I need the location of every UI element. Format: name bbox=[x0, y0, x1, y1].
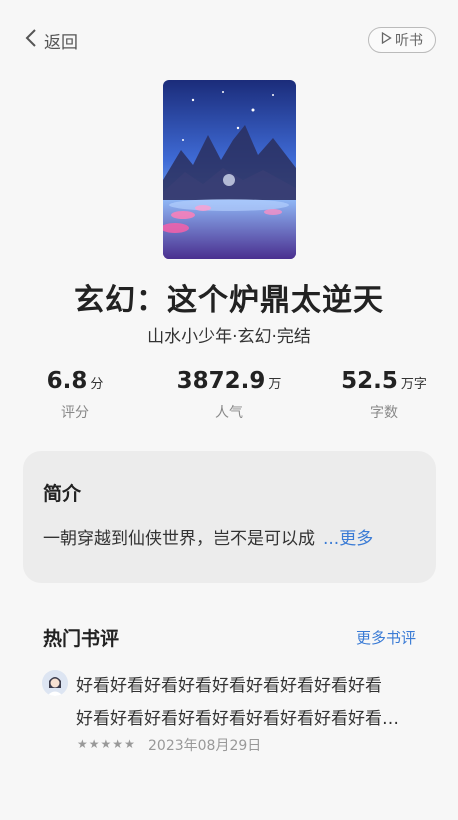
book-title: 玄幻：这个炉鼎太逆天 bbox=[74, 283, 384, 318]
stat-popularity-value: 3872.9 bbox=[176, 368, 266, 394]
star-icon: ★ bbox=[100, 737, 112, 751]
intro-text: 一朝穿越到仙侠世界，岂不是可以成 bbox=[43, 529, 315, 549]
stat-wordcount-label: 字数 bbox=[370, 405, 398, 421]
star-icon: ★ bbox=[88, 737, 100, 751]
book-meta: 山水小少年·玄幻·完结 bbox=[147, 327, 311, 347]
book-cover[interactable] bbox=[163, 80, 296, 259]
review-text[interactable]: 好看好看好看好看好看好看好看好看好看 好看好看好看好看好看好看好看好看好看… bbox=[76, 670, 421, 736]
listen-button[interactable]: 听书 bbox=[368, 27, 436, 53]
stat-rating-unit: 分 bbox=[90, 377, 104, 392]
chevron-left-icon bbox=[24, 28, 44, 53]
stat-wordcount-value: 52.5 bbox=[341, 368, 398, 394]
play-icon bbox=[381, 31, 395, 48]
stat-rating: 6.8 分 评分 bbox=[0, 368, 150, 422]
stat-wordcount-unit: 万字 bbox=[400, 377, 427, 392]
top-bar: 返回 听书 bbox=[0, 0, 458, 80]
review-rating: ★ ★ ★ ★ ★ bbox=[77, 737, 136, 751]
listen-label: 听书 bbox=[395, 33, 423, 49]
star-icon: ★ bbox=[112, 737, 124, 751]
stat-popularity-label: 人气 bbox=[215, 405, 243, 421]
review-line-1: 好看好看好看好看好看好看好看好看好看 bbox=[76, 676, 382, 696]
reviews-heading: 热门书评 bbox=[43, 628, 120, 650]
stat-popularity: 3872.9 万 人气 bbox=[154, 368, 304, 422]
intro-card: 简介 一朝穿越到仙侠世界，岂不是可以成 ...更多 bbox=[23, 451, 436, 583]
back-button[interactable]: 返回 bbox=[24, 28, 78, 53]
star-icon: ★ bbox=[77, 737, 88, 751]
more-reviews-link[interactable]: 更多书评 bbox=[356, 627, 416, 648]
review-date: 2023年08月29日 bbox=[148, 738, 262, 754]
reviewer-avatar[interactable] bbox=[42, 670, 68, 696]
star-icon: ★ bbox=[124, 737, 135, 751]
intro-heading: 简介 bbox=[43, 483, 82, 505]
stat-rating-value: 6.8 bbox=[46, 368, 88, 394]
review-line-2: 好看好看好看好看好看好看好看好看好看… bbox=[76, 709, 399, 729]
stat-popularity-unit: 万 bbox=[268, 377, 282, 392]
stat-wordcount: 52.5 万字 字数 bbox=[309, 368, 458, 422]
back-label: 返回 bbox=[44, 33, 78, 53]
stat-rating-label: 评分 bbox=[61, 405, 89, 421]
intro-more-link[interactable]: ...更多 bbox=[323, 529, 373, 549]
